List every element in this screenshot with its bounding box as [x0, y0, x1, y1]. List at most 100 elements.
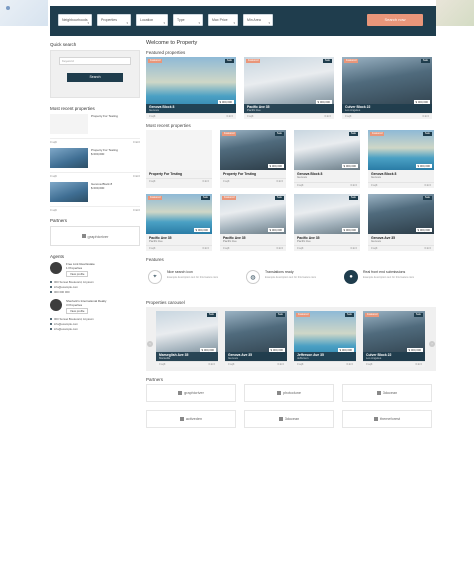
featured-badge: Featured: [365, 313, 380, 317]
property-photo[interactable]: Sale $ 000,000 Genova Ave 35 Genova: [225, 311, 287, 361]
property-photo[interactable]: Sale $ 000,000: [294, 193, 360, 234]
partner-logo[interactable]: themeforest: [342, 410, 432, 428]
status-badge: Sale: [422, 195, 432, 200]
featured-badge: Featured: [296, 313, 311, 317]
property-meta: 0 sqft 0 ⊞ 0: [342, 113, 432, 119]
area-value: 0 sqft: [297, 363, 304, 366]
contact-text[interactable]: info@example.com: [54, 285, 78, 289]
partner-logo-icon: [179, 417, 184, 421]
property-card[interactable]: Featured Sale $ 000,000 Pacific Ave 35 Pacif…: [146, 193, 212, 251]
property-meta: 0 sqft 0 ⊞ 0: [363, 361, 425, 367]
status-badge: Sale: [274, 132, 284, 136]
partner-logo[interactable]: graphicriver: [146, 384, 236, 402]
property-photo[interactable]: Featured Sale $ 000,000 Culver Block 22 Los …: [363, 311, 425, 361]
filter-select[interactable]: Min Area ▾: [243, 14, 273, 26]
status-badge: Sale: [344, 313, 354, 317]
property-photo[interactable]: Sale $ 000,000: [368, 193, 434, 234]
property-photo[interactable]: Featured Sale $ 000,000: [220, 130, 286, 170]
price-tag: $ 000,000: [406, 347, 423, 352]
property-thumbnail[interactable]: [50, 182, 88, 202]
filter-select[interactable]: Max Price ▾: [208, 14, 238, 26]
property-card[interactable]: Featured Sale $ 000,000 Pacific Ave 35 Pacif…: [244, 57, 334, 119]
sidebar-recent-item[interactable]: Genova Block 8 $ 000,000 0 sqft 0 ⊞ 0: [50, 182, 140, 212]
partner-logo-icon: [178, 391, 183, 395]
contact-text[interactable]: info@example.com: [54, 322, 78, 326]
contact-text[interactable]: info@example.com: [54, 327, 78, 331]
property-photo[interactable]: [146, 130, 212, 170]
partner-name: 3docean: [382, 391, 398, 395]
sidebar-partner-logo[interactable]: graphicriver: [50, 226, 140, 246]
view-profile-button[interactable]: View profile: [66, 271, 89, 277]
sidebar-recent-item[interactable]: Property For Testing $ 000,000 0 sqft 0 ⊞ 0: [50, 148, 140, 178]
property-photo[interactable]: Featured Sale $ 000,000: [146, 193, 212, 234]
contact-icon: [50, 323, 52, 325]
property-meta: 0 sqft 0 ⊞ 0: [225, 361, 287, 367]
partner-logo[interactable]: 3docean: [342, 384, 432, 402]
property-card[interactable]: Sale $ 000,000 Pacific Ave 35 Pacific Ave 0 …: [294, 193, 360, 251]
property-card[interactable]: Featured Sale $ 000,000 Pacific Ave 35 Pacif…: [220, 193, 286, 251]
property-photo[interactable]: Featured Sale $ 000,000 Pacific Ave 35 Pacif…: [244, 57, 334, 113]
agent-header: Free Link Real Estate 1 Properties View pr…: [50, 262, 140, 277]
property-card[interactable]: Sale $ 000,000 Genova Block 8 Genova 0 sqft 0…: [294, 130, 360, 188]
partner-logo[interactable]: 3docean: [244, 410, 334, 428]
property-card[interactable]: Featured Sale $ 000,000 Genova Block 8 Genov…: [146, 57, 236, 119]
avatar[interactable]: [50, 262, 62, 274]
property-card[interactable]: Property For Testing 0 sqft 0 ⊞ 0: [146, 130, 212, 188]
contact-text[interactable]: 000 Sunset Boulevard, Anytown: [54, 317, 94, 321]
sidebar-recent-list: Property For Testing 0 sqft 0 ⊞ 0 Property …: [50, 114, 140, 212]
property-title[interactable]: Property For Testing: [223, 172, 283, 176]
property-card[interactable]: Sale $ 000,000 Genova Ave 35 Genova 0 sqft 0 …: [368, 193, 434, 251]
avatar[interactable]: [50, 299, 62, 311]
area-value: 0 sqft: [223, 180, 230, 183]
property-card[interactable]: Sale $ 000,000 Genova Ave 35 Genova 0 sqft 0 …: [225, 311, 287, 367]
search-now-button[interactable]: Search now: [367, 14, 423, 26]
rooms-value: 0 ⊞ 0: [346, 363, 354, 366]
contact-text[interactable]: 000 000 000: [54, 290, 70, 294]
property-photo[interactable]: Featured Sale $ 000,000: [368, 130, 434, 170]
price-tag: $ 000,000: [193, 227, 210, 232]
property-thumbnail[interactable]: [50, 114, 88, 134]
contact-icon: [50, 286, 52, 288]
property-card[interactable]: Featured Sale $ 000,000 Culver Block 22 Los …: [363, 311, 425, 367]
property-card[interactable]: Sale $ 000,000 Marseglish Ave 35 Marseille 0…: [156, 311, 218, 367]
sidebar-recent-item[interactable]: Property For Testing 0 sqft 0 ⊞ 0: [50, 114, 140, 144]
property-photo[interactable]: Featured Sale $ 000,000 Genova Block 8 Genov…: [146, 57, 236, 113]
partners-title: Partners: [146, 377, 164, 382]
price-tag: $ 000,000: [199, 347, 216, 352]
status-badge: Sale: [322, 59, 332, 63]
property-photo[interactable]: Sale $ 000,000: [294, 130, 360, 170]
rooms-value: 0 ⊞ 0: [208, 363, 216, 366]
contact-text[interactable]: 000 Sunset Boulevard, Anytown: [54, 280, 94, 284]
price-tag: $ 000,000: [337, 347, 354, 352]
filter-select[interactable]: Neighbourhoods ▾: [58, 14, 92, 26]
sidebar: Quick search Keyword Search Most recent …: [50, 40, 140, 336]
property-card[interactable]: Featured Sale $ 000,000 Genova Block 8 Genov…: [368, 130, 434, 188]
partner-logo[interactable]: activeden: [146, 410, 236, 428]
rooms-value: 0 ⊞ 0: [276, 247, 284, 250]
property-photo[interactable]: Sale $ 000,000 Marseglish Ave 35 Marseille: [156, 311, 218, 361]
property-card[interactable]: Featured Sale $ 000,000 Property For Testin…: [220, 130, 286, 188]
property-title[interactable]: Property For Testing: [91, 114, 118, 118]
quick-search-button[interactable]: Search: [67, 73, 123, 82]
quick-search-input[interactable]: Keyword: [59, 57, 131, 65]
view-profile-button[interactable]: View profile: [66, 308, 89, 314]
property-card[interactable]: Featured Sale $ 000,000 Culver Block 22 Los …: [342, 57, 432, 119]
property-photo[interactable]: Featured Sale $ 000,000 Jefferson Ave 35 Jef…: [294, 311, 356, 361]
property-photo[interactable]: Featured Sale $ 000,000: [220, 193, 286, 234]
featured-badge: Featured: [370, 132, 385, 136]
carousel-prev-icon[interactable]: ‹: [147, 341, 153, 347]
carousel-next-icon[interactable]: ›: [429, 341, 435, 347]
filter-label: Min Area: [247, 18, 261, 22]
filter-select[interactable]: Properties ▾: [97, 14, 131, 26]
partner-logo[interactable]: photodune: [244, 384, 334, 402]
property-title[interactable]: Property For Testing: [149, 172, 209, 176]
property-card[interactable]: Featured Sale $ 000,000 Jefferson Ave 35 Jef…: [294, 311, 356, 367]
property-meta: 0 sqft 0 ⊞ 0: [50, 206, 140, 212]
filter-select[interactable]: Type ▾: [173, 14, 203, 26]
property-photo[interactable]: Featured Sale $ 000,000 Culver Block 22 Los …: [342, 57, 432, 113]
property-meta: 0 sqft 0 ⊞ 0: [294, 245, 360, 251]
feature-text: Nice search icon Example description text…: [167, 270, 218, 284]
property-thumbnail[interactable]: [50, 148, 88, 168]
filter-select[interactable]: Location ▾: [136, 14, 168, 26]
map-thumbnail-right: [436, 0, 474, 26]
